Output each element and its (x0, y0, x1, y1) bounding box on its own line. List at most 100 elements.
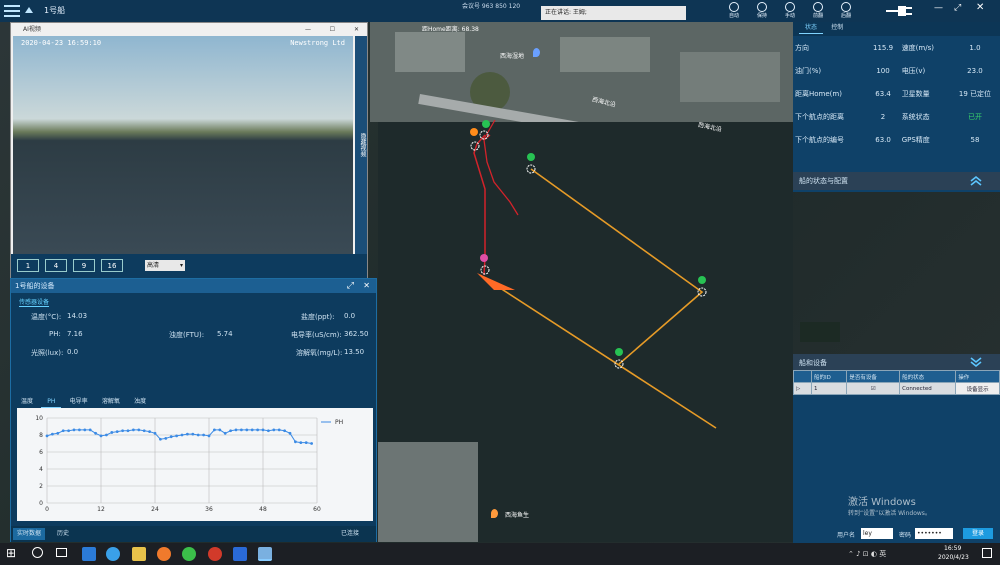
tab-conductivity[interactable]: 电导率 (64, 396, 94, 407)
ph-data-point (110, 431, 114, 434)
video-feed[interactable]: 2020-04-23 16:59:10 Newstrong Ltd (13, 36, 353, 254)
close-icon[interactable]: ✕ (976, 2, 984, 13)
hold-button[interactable]: 保持 (748, 0, 776, 22)
show-device-button[interactable]: 设备显示 (955, 382, 1000, 395)
ph-data-point (78, 428, 81, 432)
expand-icon[interactable]: ⤢ (347, 279, 354, 293)
minimize-icon[interactable]: — (934, 3, 943, 13)
tab-sensor-device[interactable]: 传感器设备 (19, 299, 50, 307)
y-tick-label: 10 (35, 415, 43, 422)
notification-icon[interactable] (982, 548, 992, 558)
ph-data-point (186, 432, 189, 436)
collapse-down-icon[interactable] (969, 356, 983, 368)
auto-button[interactable]: 自动 (720, 0, 748, 22)
speaking-text: 正在讲话: 王姆; (545, 9, 587, 16)
layout-1-button[interactable]: 1 (17, 259, 39, 272)
system-tray-icons[interactable]: ⌃ ♪ ⊡ ◐ 英 (848, 549, 886, 559)
hide-video-tab[interactable]: 隐藏视频 (355, 36, 367, 254)
active-app-icon[interactable] (258, 547, 272, 561)
boat-marker[interactable] (477, 273, 515, 290)
taskbar-time: 16:59 (944, 545, 962, 552)
realtime-data-tab[interactable]: 实时数据 (13, 528, 46, 540)
table-row[interactable]: ▷ 1 ☑ Connected 设备显示 (793, 382, 1000, 395)
tab-turbidity[interactable]: 浊度 (128, 396, 152, 407)
edge-icon[interactable] (82, 547, 96, 561)
ph-data-point (164, 437, 168, 440)
page-back-button[interactable]: 后翻 (832, 0, 860, 22)
ph-data-point (272, 428, 276, 432)
chart-tabs: 温度 PH 电导率 溶解氧 浊度 (15, 396, 152, 408)
ph-data-point (202, 433, 206, 437)
close-icon[interactable]: ✕ (363, 279, 370, 293)
login-button[interactable]: 登录 (963, 528, 993, 539)
status-row: 下个航点的距离 2 系统状态 已开 (793, 105, 1000, 128)
has-device-checkbox[interactable]: ☑ (846, 382, 901, 395)
menu-icon[interactable] (4, 5, 20, 17)
tab-ph[interactable]: PH (41, 396, 62, 408)
app-icon[interactable] (233, 547, 247, 561)
ph-data-point (169, 435, 173, 439)
sensor-title: 1号船的设备 (15, 282, 55, 290)
conductivity-value: 362.50 (344, 330, 369, 338)
layout-16-button[interactable]: 16 (101, 259, 123, 272)
chevron-down-icon: ▾ (179, 262, 183, 269)
map-view[interactable]: 西海北沿 西海北沿 西海湿地 西海鱼生 距Home距离: 68.38 AI视频 … (0, 22, 1000, 543)
layout-4-button[interactable]: 4 (45, 259, 67, 272)
tab-status[interactable]: 状态 (799, 22, 824, 34)
status-row: 距离Home(m) 63.4 卫星数量 19 已定位 (793, 82, 1000, 105)
history-tab[interactable]: 历史 (57, 528, 69, 540)
collapse-up-icon[interactable] (969, 175, 983, 187)
ph-data-point (191, 432, 195, 436)
password-input[interactable]: ••••••• (915, 528, 953, 539)
y-tick-label: 4 (39, 466, 43, 473)
status-value: 115.9 (873, 43, 894, 52)
device-table: 船的ID 是否有设备 船的状态 操作 ▷ 1 ☑ Connected 设备显示 (793, 370, 1000, 395)
close-icon[interactable]: ✕ (354, 23, 359, 36)
ph-data-point (148, 430, 152, 433)
status-footer: 船的状态与配置 (793, 172, 1000, 190)
status-label: 方向 (795, 43, 809, 52)
page-forward-button[interactable]: 前翻 (804, 0, 832, 22)
row-expand-icon[interactable]: ▷ (793, 382, 812, 395)
minimize-icon[interactable]: — (305, 23, 311, 36)
column-header: 操作 (955, 370, 1000, 383)
ph-data-point (83, 428, 87, 432)
column-header: 船的ID (810, 370, 848, 383)
maximize-icon[interactable]: ☐ (330, 23, 335, 36)
layout-9-button[interactable]: 9 (73, 259, 95, 272)
windows-start-icon[interactable]: ⊞ (6, 546, 16, 560)
status-value: 23.0 (967, 66, 983, 75)
username-label: 用户名 (837, 532, 856, 539)
fullscreen-icon[interactable]: ⤢ (954, 3, 961, 13)
boat-title: 1号船 (44, 6, 66, 15)
ph-data-point (56, 431, 60, 435)
app-icon[interactable] (106, 547, 120, 561)
ph-data-point (99, 434, 103, 438)
ph-data-point (159, 437, 162, 441)
status-table: 方向 115.9 速度(m/s) 1.0 油门(%) 100 电压(v) 23.0 距离Home… (793, 36, 1000, 151)
auto-icon (729, 2, 739, 12)
ph-data-point (137, 428, 141, 432)
x-tick-label: 60 (313, 506, 321, 513)
manual-button[interactable]: 手动 (776, 0, 804, 22)
tab-control[interactable]: 控制 (825, 22, 849, 33)
folder-icon[interactable] (132, 547, 146, 561)
search-icon[interactable] (32, 547, 43, 558)
username-input[interactable]: ley (861, 528, 893, 539)
ph-data-point (267, 429, 270, 433)
ph-data-point (283, 429, 286, 433)
tab-temperature[interactable]: 温度 (15, 396, 39, 407)
wechat-icon[interactable] (182, 547, 196, 561)
collapse-icon[interactable] (24, 5, 34, 15)
video-title: AI视频 (23, 26, 41, 33)
status-value: 1.0 (969, 43, 981, 52)
firefox-icon[interactable] (157, 547, 171, 561)
tab-oxygen[interactable]: 溶解氧 (96, 396, 126, 407)
ph-data-point (67, 429, 70, 433)
meeting-info: 会议号 963 850 120 (462, 3, 521, 10)
video-window: AI视频 — ☐ ✕ 2020-04-23 16:59:10 Newstrong… (10, 22, 368, 278)
app-icon[interactable] (208, 547, 222, 561)
task-view-icon[interactable] (56, 548, 67, 557)
plug-icon[interactable] (886, 4, 918, 20)
quality-select[interactable]: 高清 ▾ (145, 260, 185, 271)
